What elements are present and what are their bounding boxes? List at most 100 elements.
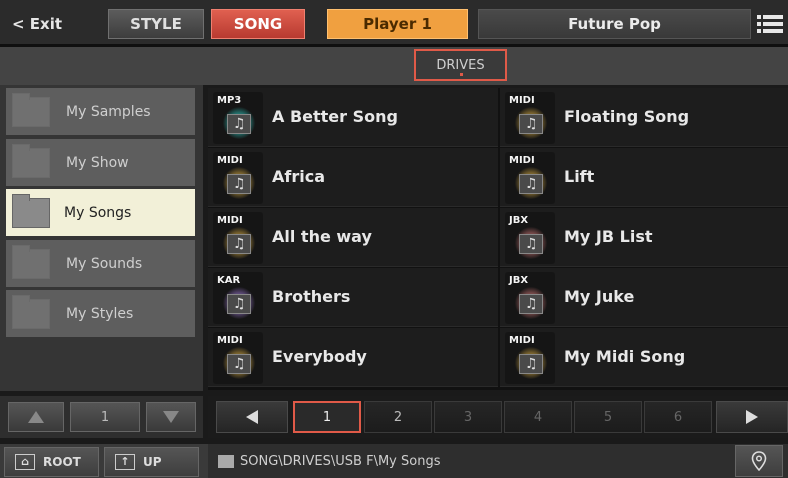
folder-icon [12,194,50,228]
folder-pager: 1 [0,396,203,438]
song-name: My JB List [564,227,653,246]
drive-bar: DRIVES [0,47,788,85]
midi-file-icon: MIDI [505,92,555,144]
jbx-file-icon: JBX [505,212,555,264]
page-button-5[interactable]: 5 [574,401,642,433]
footer-bar: ⌂ ROOT ↑ UP SONG\DRIVES\USB F\My Songs [0,444,788,478]
midi-file-icon: MIDI [213,332,263,384]
song-name: Africa [272,167,325,186]
folder-icon [12,144,50,178]
midi-file-icon: MIDI [505,152,555,204]
scroll-up-button[interactable] [8,402,64,432]
song-item[interactable]: JBX My Juke [500,268,788,327]
folder-label: My Styles [66,305,134,322]
song-item[interactable]: MIDI Lift [500,148,788,207]
folder-item-my-styles[interactable]: My Styles [6,290,195,337]
music-note-icon [519,294,543,314]
song-title-display[interactable]: Future Pop [478,9,751,39]
up-button[interactable]: ↑ UP [104,447,199,477]
folder-item-my-songs[interactable]: My Songs [6,189,195,236]
song-mode-button[interactable]: SONG [211,9,305,39]
list-menu-icon[interactable] [755,9,785,39]
folder-item-my-show[interactable]: My Show [6,139,195,186]
folder-label: My Show [66,154,129,171]
song-name: All the way [272,227,372,246]
midi-file-icon: MIDI [505,332,555,384]
music-note-icon [227,354,251,374]
folder-icon [12,295,50,329]
music-note-icon [519,114,543,134]
song-name: My Juke [564,287,635,306]
folder-item-my-samples[interactable]: My Samples [6,88,195,135]
path-display: SONG\DRIVES\USB F\My Songs [208,444,788,478]
drives-label: DRIVES [436,57,485,73]
music-note-icon [519,234,543,254]
arrow-up-icon: ↑ [115,454,135,470]
file-type-label: MIDI [217,155,243,166]
file-type-label: KAR [217,275,241,286]
style-mode-button[interactable]: STYLE [108,9,204,39]
folder-icon [218,454,234,468]
page-button-2[interactable]: 2 [364,401,432,433]
top-bar: < Exit STYLE SONG Player 1 Future Pop [0,0,788,44]
drives-button[interactable]: DRIVES [414,49,507,81]
midi-file-icon: MIDI [213,212,263,264]
folder-label: My Songs [64,204,132,221]
home-icon: ⌂ [15,454,35,470]
folder-page-indicator: 1 [70,402,140,432]
music-note-icon [519,174,543,194]
kar-file-icon: KAR [213,272,263,324]
triangle-left-icon [246,410,258,424]
music-note-icon [227,114,251,134]
up-label: UP [143,455,162,469]
song-item[interactable]: MIDI All the way [208,208,498,267]
song-grid: MP3 A Better Song MIDI Africa MIDI All t… [208,88,788,390]
file-type-label: JBX [509,275,529,286]
song-name: Everybody [272,347,367,366]
file-type-label: MIDI [509,155,535,166]
folder-icon [12,93,50,127]
player-button[interactable]: Player 1 [327,9,468,39]
root-label: ROOT [43,455,81,469]
file-type-label: MIDI [217,335,243,346]
song-item[interactable]: MIDI Floating Song [500,88,788,147]
song-name: Brothers [272,287,351,306]
file-type-label: MIDI [217,215,243,226]
song-item[interactable]: MP3 A Better Song [208,88,498,147]
song-item[interactable]: KAR Brothers [208,268,498,327]
page-button-4[interactable]: 4 [504,401,572,433]
prev-page-button[interactable] [216,401,288,433]
midi-file-icon: MIDI [213,152,263,204]
triangle-down-icon [163,411,179,423]
song-pager: 1 2 3 4 5 6 [208,396,788,438]
page-button-6[interactable]: 6 [644,401,712,433]
triangle-up-icon [28,411,44,423]
file-type-label: MIDI [509,95,535,106]
page-button-3[interactable]: 3 [434,401,502,433]
location-pin-icon [751,451,767,471]
mp3-file-icon: MP3 [213,92,263,144]
path-text: SONG\DRIVES\USB F\My Songs [240,453,441,469]
song-name: Floating Song [564,107,690,126]
page-button-1[interactable]: 1 [293,401,361,433]
file-type-label: JBX [509,215,529,226]
folder-label: My Sounds [66,255,143,272]
folder-item-my-sounds[interactable]: My Sounds [6,240,195,287]
exit-button[interactable]: < Exit [6,9,102,39]
song-item[interactable]: JBX My JB List [500,208,788,267]
location-pin-button[interactable] [735,445,783,477]
music-note-icon [519,354,543,374]
next-page-button[interactable] [716,401,788,433]
music-note-icon [227,294,251,314]
root-button[interactable]: ⌂ ROOT [4,447,99,477]
song-name: Lift [564,167,595,186]
music-note-icon [227,234,251,254]
song-name: My Midi Song [564,347,686,366]
song-item[interactable]: MIDI My Midi Song [500,328,788,387]
file-type-label: MP3 [217,95,242,106]
song-item[interactable]: MIDI Everybody [208,328,498,387]
song-item[interactable]: MIDI Africa [208,148,498,207]
song-name: A Better Song [272,107,398,126]
scroll-down-button[interactable] [146,402,196,432]
indicator-dot [459,73,463,76]
